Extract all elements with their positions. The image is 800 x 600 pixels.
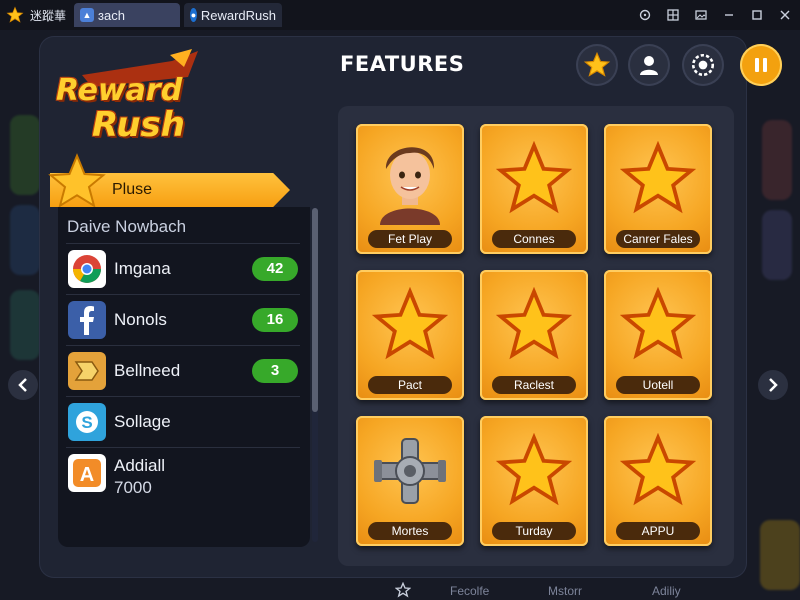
app-star-icon [4,4,26,26]
logo-line1: Reward [56,73,183,108]
list-item[interactable]: Imgana 42 [66,243,300,293]
game-icon: ▲ [80,8,94,22]
feature-label: Fet Play [368,230,452,248]
image-icon[interactable] [694,8,708,22]
star-icon [618,426,698,516]
next-arrow-button[interactable] [758,370,788,400]
tab-search[interactable]: ▲ ɜach [74,3,180,27]
feature-label: Pact [368,376,452,394]
facebook-icon [68,300,106,339]
chevron-left-icon [18,378,27,392]
feature-card[interactable]: Canrer Fales [604,124,712,254]
app-title: 迷蹤華 [30,8,67,23]
count-badge: 42 [252,256,298,281]
tab-rewardrush[interactable]: ● RewardRush [184,3,282,27]
feature-label: Turday [492,522,576,540]
scrollbar-thumb[interactable] [312,208,318,412]
friends-list-title: Daive Nowbach [67,217,187,236]
star-icon [583,51,611,77]
background-tile [10,115,40,195]
friend-name: Addiall [114,456,166,475]
valve-icon [370,426,450,516]
feature-label: Uotell [616,376,700,394]
pause-icon [755,58,767,72]
settings-button[interactable] [682,44,724,86]
plus-label: Pluse [112,181,153,198]
chrome-icon [68,249,106,288]
profile-button[interactable] [628,44,670,86]
feature-card[interactable]: Connes [480,124,588,254]
friends-list: Daive Nowbach Imgana 42 Nonols 16 Bellne… [58,207,310,547]
star-icon [494,426,574,516]
dock-label[interactable]: Fecolfe [450,584,489,598]
puzzle-app-icon [68,351,106,390]
friend-score: 7000 [114,478,152,497]
friend-name: Nonols [114,309,167,329]
svg-text:S: S [81,413,92,432]
restore-icon[interactable] [750,8,764,22]
count-badge: 16 [252,307,298,332]
background-tile [762,210,792,280]
feature-card[interactable]: Raclest [480,270,588,400]
feature-card[interactable]: Mortes [356,416,464,546]
list-scrollbar[interactable] [312,208,318,542]
background-tile [762,120,792,200]
dock-star-icon[interactable] [392,580,414,600]
reward-rush-logo: Reward Rush [52,47,202,157]
background-tile [10,290,40,360]
feature-card[interactable]: APPU [604,416,712,546]
page-title: FEATURES [340,52,465,76]
star-icon [618,280,698,370]
minimize-icon[interactable] [722,8,736,22]
list-item[interactable]: S Sollage [66,396,300,446]
dock-label[interactable]: Mstorr [548,584,582,598]
settings-icon [691,53,715,77]
favorites-button[interactable] [576,44,618,86]
features-grid: Fet Play Connes Canrer Fales Pact Racles… [338,106,734,566]
feature-card[interactable]: Turday [480,416,588,546]
tab-label: ɜach [98,7,125,23]
grid-icon[interactable] [666,8,680,22]
feature-label: Canrer Fales [616,230,700,248]
svg-text:A: A [80,464,94,486]
profile-icon [640,56,658,75]
rewardrush-icon: ● [190,8,197,22]
logo-line2: Rush [92,105,185,145]
previous-arrow-button[interactable] [8,370,38,400]
feature-card[interactable]: Uotell [604,270,712,400]
feature-label: APPU [616,522,700,540]
window-titlebar: 迷蹤華 ▲ ɜach ● RewardRush [0,0,800,30]
feature-card[interactable]: Pact [356,270,464,400]
friend-name: Imgana [114,258,171,278]
avatar-icon [370,134,450,225]
chevron-right-icon [769,378,778,392]
star-icon [370,280,450,370]
star-icon [494,134,574,224]
star-icon [494,280,574,370]
tab-label: RewardRush [200,7,276,23]
feature-label: Mortes [368,522,452,540]
background-tile [10,205,40,275]
feature-card[interactable]: Fet Play [356,124,464,254]
target-icon[interactable] [638,8,652,22]
feature-label: Raclest [492,376,576,394]
a-app-icon: A [68,454,106,492]
background-tile [760,520,800,590]
dock-label[interactable]: Adiliy [652,584,681,598]
friend-name: Bellneed [114,360,181,380]
pause-button[interactable] [740,44,782,86]
list-item[interactable]: Bellneed 3 [66,345,300,395]
close-icon[interactable] [778,8,792,22]
count-badge: 3 [252,358,298,383]
friend-name: Sollage [114,411,171,431]
list-item[interactable]: Nonols 16 [66,294,300,344]
feature-label: Connes [492,230,576,248]
plus-star-icon [46,152,108,212]
list-item[interactable]: A Addiall 7000 [66,447,300,503]
star-icon [618,134,698,224]
skype-icon: S [68,402,106,441]
window-controls [638,0,792,30]
